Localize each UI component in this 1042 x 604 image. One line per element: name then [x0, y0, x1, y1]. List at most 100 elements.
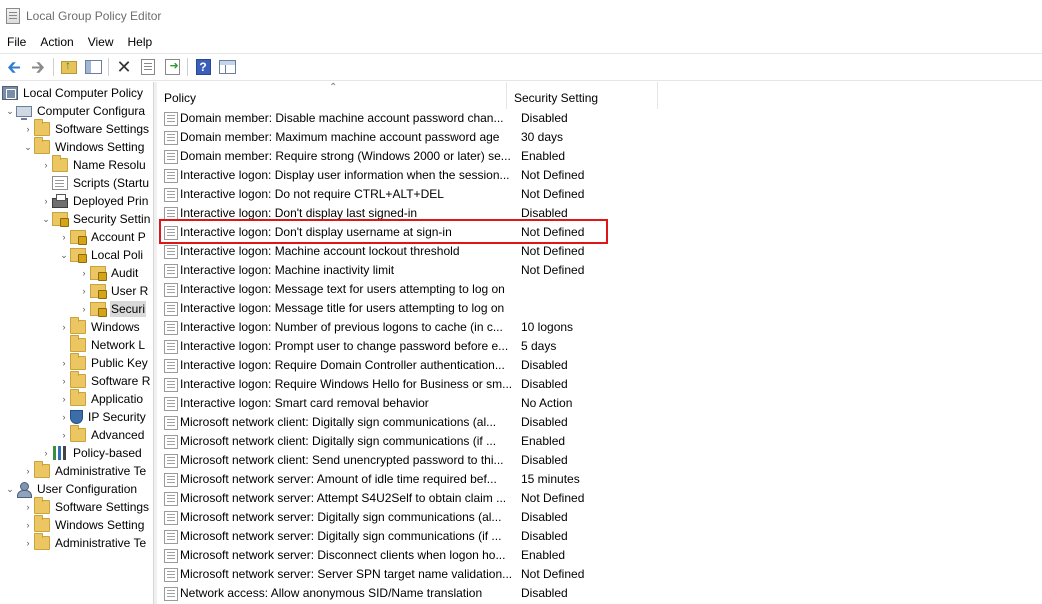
tree-item-user-configuration[interactable]: ⌄ User Configuration	[4, 480, 138, 498]
table-row[interactable]: Microsoft network server: Amount of idle…	[157, 470, 1042, 489]
chevron-right-icon[interactable]: ›	[58, 426, 70, 444]
tree-item-software-restriction-policies[interactable]: › Software R	[58, 371, 151, 390]
menu-view[interactable]: View	[81, 31, 121, 53]
tree-item-windows-defender-firewall[interactable]: › Windows	[58, 317, 141, 336]
tree-item-windows-settings[interactable]: ⌄ Windows Setting	[22, 137, 145, 156]
chevron-right-icon[interactable]: ›	[40, 192, 52, 210]
chevron-right-icon[interactable]: ›	[78, 282, 90, 300]
forward-arrow-icon[interactable]: 🡲	[28, 57, 48, 77]
table-row[interactable]: Domain member: Disable machine account p…	[157, 109, 1042, 128]
chevron-down-icon[interactable]: ⌄	[4, 480, 16, 498]
tree-item-scripts[interactable]: Scripts (Startu	[40, 174, 150, 192]
table-row[interactable]: Microsoft network server: Server SPN tar…	[157, 565, 1042, 584]
policy-name: Interactive logon: Message text for user…	[180, 282, 505, 296]
table-row[interactable]: Interactive logon: Require Windows Hello…	[157, 375, 1042, 394]
table-row[interactable]: Interactive logon: Don't display last si…	[157, 204, 1042, 223]
menu-file[interactable]: File	[0, 31, 33, 53]
table-row[interactable]: Interactive logon: Don't display usernam…	[157, 223, 1042, 242]
table-row[interactable]: Interactive logon: Machine inactivity li…	[157, 261, 1042, 280]
table-row[interactable]: Interactive logon: Smart card removal be…	[157, 394, 1042, 413]
toolbar-separator	[53, 58, 54, 76]
chevron-right-icon[interactable]: ›	[78, 300, 90, 318]
action-pane-button[interactable]	[217, 57, 237, 77]
policy-setting-icon	[164, 244, 178, 259]
chevron-down-icon[interactable]: ⌄	[58, 246, 70, 264]
delete-icon[interactable]: ✕	[114, 57, 134, 77]
chevron-right-icon[interactable]: ›	[22, 462, 34, 480]
tree-item-software-settings[interactable]: › Software Settings	[22, 119, 150, 138]
tree-item-local-computer-policy[interactable]: Local Computer Policy	[2, 84, 144, 102]
chevron-down-icon[interactable]: ⌄	[4, 102, 16, 120]
chevron-right-icon[interactable]: ›	[78, 264, 90, 282]
tree-item-deployed-printers[interactable]: › Deployed Prin	[40, 192, 149, 210]
tree-item-network-list-manager[interactable]: Network L	[58, 335, 146, 354]
up-folder-button[interactable]	[59, 57, 79, 77]
tree-item-local-policies[interactable]: ⌄ Local Poli	[58, 246, 144, 264]
column-header-policy[interactable]: ⌃ Policy	[157, 82, 507, 109]
table-row[interactable]: Microsoft network server: Digitally sign…	[157, 527, 1042, 546]
policy-setting-icon	[164, 453, 178, 468]
chevron-right-icon[interactable]: ›	[58, 372, 70, 390]
tree-item-user-administrative-templates[interactable]: › Administrative Te	[22, 533, 147, 552]
show-hide-tree-button[interactable]	[83, 57, 103, 77]
tree-item-label: IP Security	[88, 410, 146, 424]
table-row[interactable]: Domain member: Require strong (Windows 2…	[157, 147, 1042, 166]
chevron-right-icon[interactable]: ›	[22, 120, 34, 138]
back-arrow-icon[interactable]: 🡰	[4, 57, 24, 77]
tree-item-policy-based-qos[interactable]: › Policy-based	[40, 444, 143, 462]
menu-help[interactable]: Help	[121, 31, 160, 53]
table-row[interactable]: Microsoft network client: Digitally sign…	[157, 413, 1042, 432]
tree-item-audit-policy[interactable]: › Audit	[78, 264, 139, 282]
chevron-right-icon[interactable]: ›	[58, 390, 70, 408]
tree-item-application-control-policies[interactable]: › Applicatio	[58, 389, 144, 408]
policy-name: Microsoft network client: Digitally sign…	[180, 434, 497, 448]
tree-item-computer-configuration[interactable]: ⌄ Computer Configura	[4, 102, 146, 120]
tree-item-administrative-templates[interactable]: › Administrative Te	[22, 461, 147, 480]
chevron-right-icon[interactable]: ›	[58, 318, 70, 336]
policy-list: ⌃ Policy Security Setting Domain member:…	[157, 82, 1042, 604]
tree-item-user-rights-assignment[interactable]: › User R	[78, 282, 149, 300]
table-row[interactable]: Microsoft network server: Digitally sign…	[157, 508, 1042, 527]
table-row[interactable]: Domain member: Maximum machine account p…	[157, 128, 1042, 147]
table-row[interactable]: Network access: Allow anonymous SID/Name…	[157, 584, 1042, 603]
table-row[interactable]: Microsoft network client: Digitally sign…	[157, 432, 1042, 451]
chevron-right-icon[interactable]: ›	[40, 156, 52, 174]
tree-item-security-options[interactable]: › Securi	[78, 300, 147, 318]
chevron-down-icon[interactable]: ⌄	[22, 138, 34, 156]
table-row[interactable]: Interactive logon: Require Domain Contro…	[157, 356, 1042, 375]
table-row[interactable]: Interactive logon: Do not require CTRL+A…	[157, 185, 1042, 204]
menu-action[interactable]: Action	[33, 31, 80, 53]
tree-item-user-windows-settings[interactable]: › Windows Setting	[22, 515, 145, 534]
table-row[interactable]: Interactive logon: Number of previous lo…	[157, 318, 1042, 337]
chevron-right-icon[interactable]: ›	[58, 408, 70, 426]
table-row[interactable]: Microsoft network server: Attempt S4U2Se…	[157, 489, 1042, 508]
table-row[interactable]: Interactive logon: Prompt user to change…	[157, 337, 1042, 356]
chevron-right-icon[interactable]: ›	[22, 498, 34, 516]
table-row[interactable]: Microsoft network client: Send unencrypt…	[157, 451, 1042, 470]
policy-name: Interactive logon: Machine inactivity li…	[180, 263, 395, 277]
table-row[interactable]: Interactive logon: Machine account locko…	[157, 242, 1042, 261]
properties-button[interactable]	[138, 57, 158, 77]
column-header-security-setting[interactable]: Security Setting	[507, 82, 658, 109]
tree-item-ip-security-policies[interactable]: › IP Security	[58, 408, 147, 426]
chevron-right-icon[interactable]: ›	[58, 354, 70, 372]
policy-name: Interactive logon: Require Domain Contro…	[180, 358, 505, 372]
tree-item-advanced-audit-policy[interactable]: › Advanced	[58, 425, 145, 444]
chevron-right-icon[interactable]: ›	[22, 516, 34, 534]
help-button[interactable]: ?	[193, 57, 213, 77]
security-setting-value: 10 logons	[521, 320, 574, 334]
export-list-button[interactable]	[162, 57, 182, 77]
tree-item-user-software-settings[interactable]: › Software Settings	[22, 497, 150, 516]
table-row[interactable]: Microsoft network server: Disconnect cli…	[157, 546, 1042, 565]
tree-item-account-policies[interactable]: › Account P	[58, 228, 147, 246]
table-row[interactable]: Interactive logon: Message text for user…	[157, 280, 1042, 299]
table-row[interactable]: Interactive logon: Display user informat…	[157, 166, 1042, 185]
table-row[interactable]: Interactive logon: Message title for use…	[157, 299, 1042, 318]
chevron-right-icon[interactable]: ›	[40, 444, 52, 462]
tree-item-security-settings[interactable]: ⌄ Security Settin	[40, 210, 151, 228]
tree-item-name-resolution-policy[interactable]: › Name Resolu	[40, 155, 147, 174]
tree-item-public-key-policies[interactable]: › Public Key	[58, 353, 149, 372]
chevron-down-icon[interactable]: ⌄	[40, 210, 52, 228]
chevron-right-icon[interactable]: ›	[58, 228, 70, 246]
chevron-right-icon[interactable]: ›	[22, 534, 34, 552]
